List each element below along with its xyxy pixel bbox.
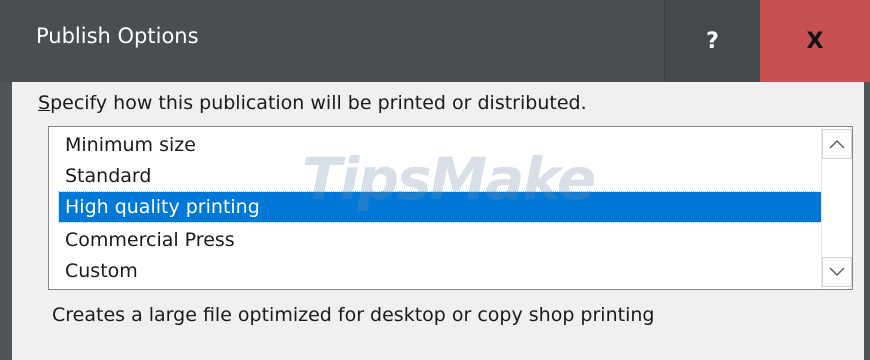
list-item-high-quality-printing[interactable]: High quality printing	[58, 191, 822, 223]
option-description: Creates a large file optimized for deskt…	[52, 304, 655, 326]
list-scrollbar[interactable]	[821, 127, 852, 289]
chevron-up-icon	[829, 139, 845, 149]
dialog-title: Publish Options	[36, 24, 199, 48]
close-button[interactable]: X	[760, 0, 870, 82]
title-bar: Publish Options ? X	[0, 0, 870, 82]
list-item-custom[interactable]: Custom	[59, 256, 821, 286]
scroll-up-button[interactable]	[822, 129, 852, 159]
publish-options-dialog: Publish Options ? X Specify how this pub…	[0, 0, 870, 360]
scroll-down-button[interactable]	[822, 257, 852, 287]
publish-options-listbox[interactable]: Minimum size Standard High quality print…	[48, 126, 853, 290]
chevron-down-icon	[829, 267, 845, 277]
list-item-commercial-press[interactable]: Commercial Press	[59, 225, 821, 255]
list-item-minimum-size[interactable]: Minimum size	[59, 130, 821, 160]
list-item-standard[interactable]: Standard	[59, 161, 821, 191]
help-button[interactable]: ?	[664, 0, 760, 82]
specify-label-text: pecify how this publication will be prin…	[50, 92, 587, 114]
specify-label: Specify how this publication will be pri…	[38, 92, 587, 114]
accesskey-letter: S	[38, 92, 51, 114]
